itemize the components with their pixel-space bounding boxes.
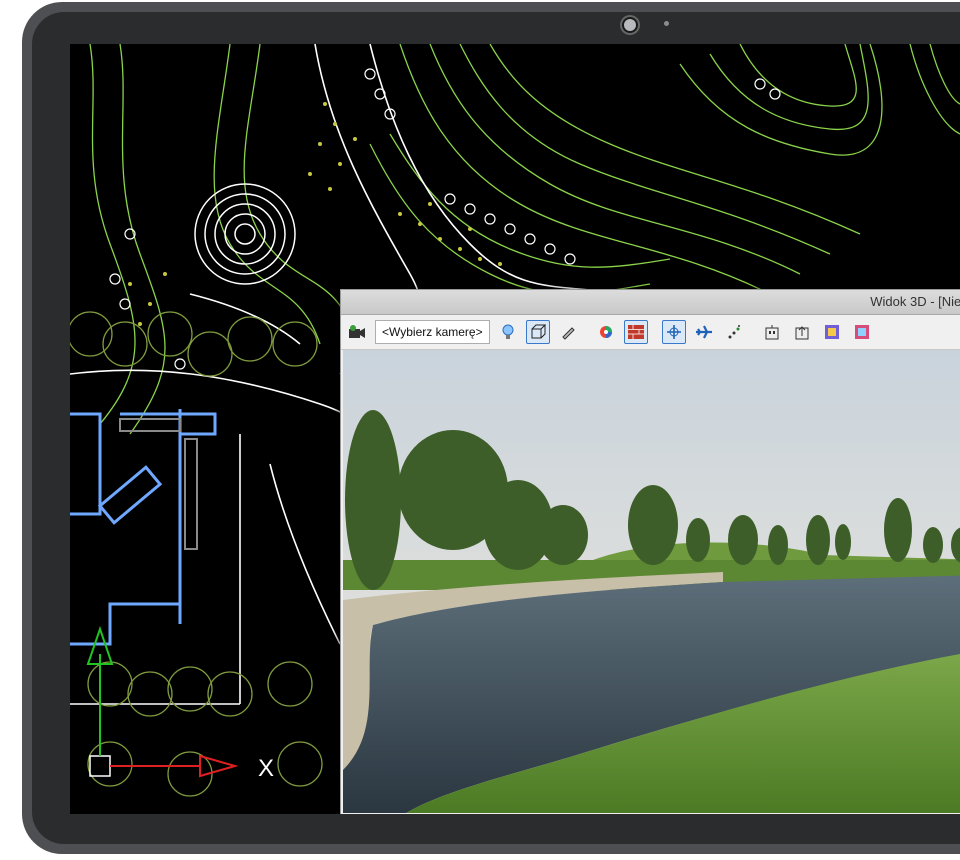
window-3d-view[interactable]: Widok 3D - [Nieak <Wybierz kamerę> [340,289,960,814]
fly-icon[interactable] [692,320,716,344]
camera-select[interactable]: <Wybierz kamerę> [375,320,490,344]
render-export-icon[interactable] [850,320,874,344]
building-outline [70,409,217,646]
ucs-x-label: X [258,755,274,782]
cad-drawing-area[interactable]: X Widok 3D - [Nieak <Wybierz kamerę> [70,44,960,814]
brick-wall-icon[interactable] [623,320,648,344]
window-3d-title: Widok 3D - [Nieak [870,294,960,309]
walk-icon[interactable] [722,320,746,344]
ucs-icon [86,625,239,778]
round-fountain [194,183,296,285]
window-3d-titlebar[interactable]: Widok 3D - [Nieak [341,290,960,315]
perspective-view-icon[interactable] [525,320,550,344]
color-wheel-icon[interactable] [594,320,618,344]
front-camera-icon [622,17,638,33]
building-up-icon[interactable] [790,320,814,344]
render-icon[interactable] [820,320,844,344]
light-bulb-icon[interactable] [496,320,520,344]
building-icon[interactable] [760,320,784,344]
render-viewport[interactable] [343,350,960,813]
orbit-icon[interactable] [661,320,686,344]
window-3d-toolbar: <Wybierz kamerę> [341,315,960,350]
pencil-icon[interactable] [556,320,580,344]
light-sensor-icon [664,21,669,26]
add-camera-icon[interactable] [345,320,369,344]
rendered-park-scene [343,350,960,813]
trees [70,311,323,797]
